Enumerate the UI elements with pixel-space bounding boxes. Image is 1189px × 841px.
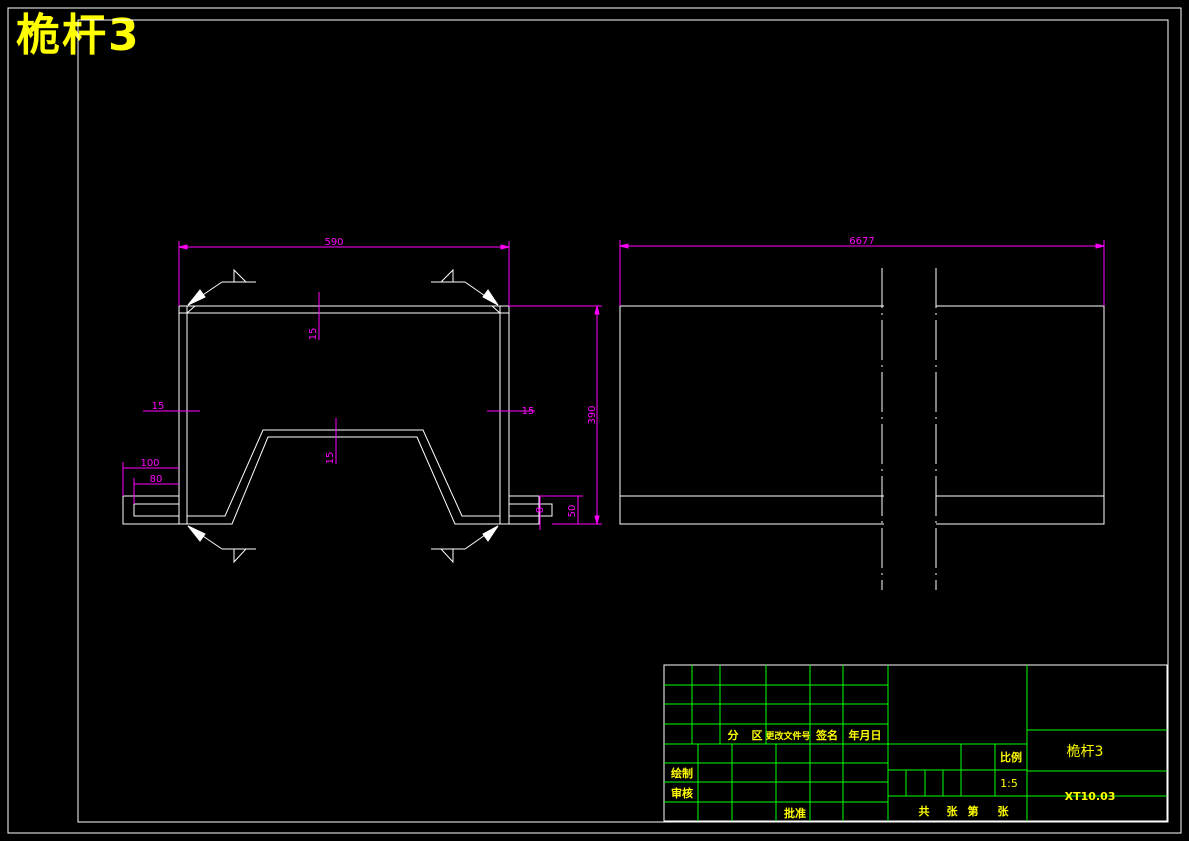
part-name: 桅杆3 (1067, 743, 1104, 760)
dim-inner-15: 15 (325, 452, 336, 465)
side-view (619, 268, 1105, 590)
right-wall (499, 305, 510, 525)
corner-line (186, 305, 196, 314)
scale-value: 1:5 (1000, 777, 1018, 790)
label-approved: 批准 (784, 806, 806, 820)
left-tab (122, 495, 180, 525)
dim-80: 80 (150, 474, 163, 485)
weld-symbol-bottom-right (431, 525, 499, 564)
title-block-text: 分 区 更改文件号 签名 年月日 绘制 审核 批准 比例 1:5 桅杆3 XT1… (671, 728, 1115, 820)
dim-left-15: 15 (152, 401, 165, 412)
sheets-total-label: 共 (919, 804, 930, 818)
dim-6677: 6677 (849, 236, 874, 247)
left-wall (178, 305, 188, 525)
header-date: 年月日 (849, 728, 882, 742)
weld-symbol-top-left (187, 268, 256, 306)
front-view (122, 305, 553, 525)
weld-symbol-bottom-left (187, 525, 256, 564)
top-plate (178, 305, 510, 314)
label-scale: 比例 (1000, 750, 1022, 764)
corner-line (491, 305, 501, 314)
sheet-number-label: 第 (968, 804, 979, 818)
weld-symbol-top-right (431, 268, 499, 306)
label-drafted: 绘制 (671, 766, 693, 780)
trapezoid-outer (187, 436, 500, 525)
header-signature: 签名 (815, 728, 838, 742)
side-body (619, 305, 1105, 525)
side-dimensions (619, 240, 1105, 306)
left-tab-slot (133, 503, 180, 517)
sheet-number-unit: 张 (998, 804, 1010, 818)
cad-drawing: 590 390 15 15 15 15 100 80 8 50 6677 分 区… (7, 7, 1182, 834)
dim-top-15: 15 (308, 328, 319, 341)
front-dimensions (122, 241, 602, 530)
label-checked: 审核 (671, 786, 693, 800)
drawing-number: XT10.03 (1065, 790, 1116, 803)
header-change-doc: 更改文件号 (765, 730, 810, 742)
dim-8: 8 (535, 507, 546, 513)
front-dimension-text: 590 390 15 15 15 15 100 80 8 50 (140, 237, 598, 517)
header-fen: 分 (728, 728, 739, 742)
dim-50: 50 (567, 505, 578, 518)
dim-right-15: 15 (522, 406, 535, 417)
header-qu: 区 (752, 729, 763, 742)
trapezoid-inner (187, 429, 500, 517)
dim-390: 390 (587, 405, 598, 424)
dim-590: 590 (324, 237, 343, 248)
dim-100: 100 (140, 458, 159, 469)
sheets-total-unit: 张 (947, 804, 959, 818)
